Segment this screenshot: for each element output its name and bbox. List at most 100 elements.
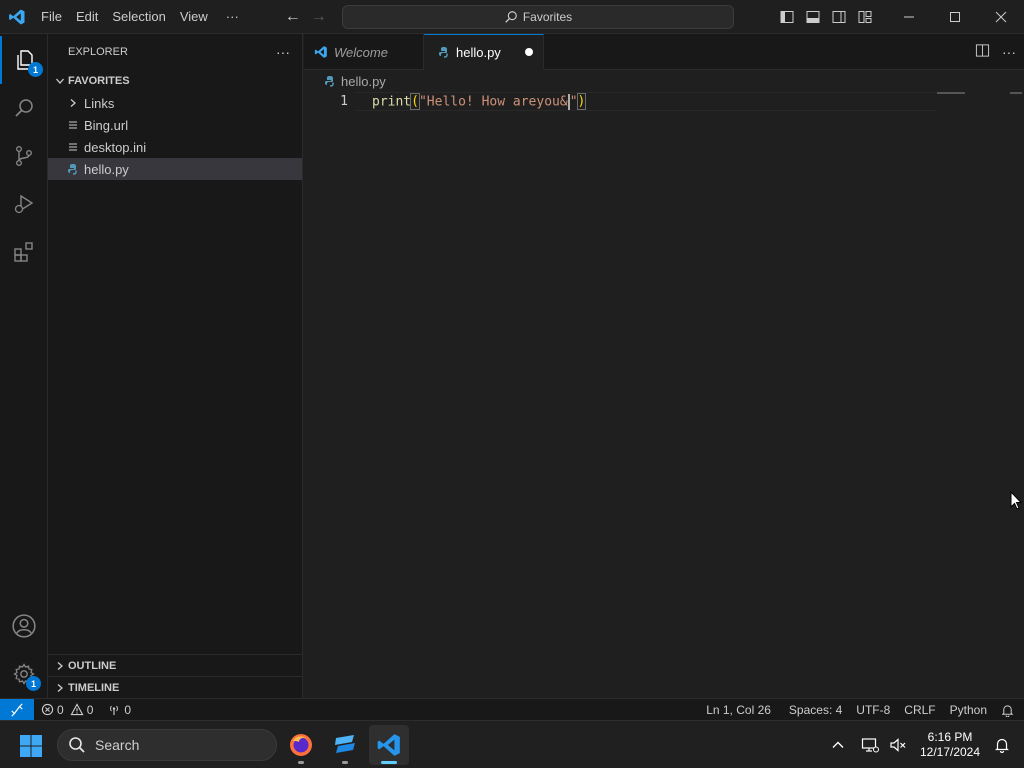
language-mode[interactable]: Python [943, 699, 994, 721]
active-indicator [381, 761, 397, 764]
split-editor-icon[interactable] [975, 43, 990, 61]
end-of-line[interactable]: CRLF [897, 699, 942, 721]
forward-arrow-icon[interactable]: → [306, 8, 332, 26]
chevron-up-icon[interactable] [824, 721, 852, 768]
tree-item-bing-url[interactable]: Bing.url [48, 114, 302, 136]
warning-count: 0 [86, 702, 94, 717]
tree-item-links[interactable]: Links [48, 92, 302, 114]
folder-section-favorites[interactable]: FAVORITES [48, 70, 302, 92]
toggle-primary-sidebar-icon[interactable] [774, 0, 800, 34]
menu-edit[interactable]: Edit [69, 0, 105, 34]
python-file-icon [438, 46, 450, 58]
editor-area: Welcome hello.py ··· hello.py 1 print("H… [304, 34, 1024, 698]
search-icon [69, 737, 85, 753]
title-bar: File Edit Selection View ··· ← → Favorit… [0, 0, 1024, 34]
tab-hello-py[interactable]: hello.py [424, 34, 544, 70]
tree-item-label: hello.py [84, 161, 129, 177]
chevron-right-icon [64, 98, 82, 108]
vscode-logo-icon [314, 45, 328, 59]
indentation[interactable]: Spaces: 4 [782, 699, 849, 721]
code-text[interactable]: print("Hello! How areyou& ") [372, 93, 587, 110]
back-arrow-icon[interactable]: ← [280, 8, 306, 26]
windows-start-icon[interactable] [18, 733, 44, 759]
search-icon [505, 11, 517, 23]
run-debug-icon[interactable] [0, 180, 48, 228]
accounts-icon[interactable] [0, 602, 48, 650]
broadcast-icon [110, 705, 119, 716]
breadcrumb[interactable]: hello.py [304, 70, 1024, 92]
notifications-bell-icon[interactable] [994, 699, 1024, 721]
scrollbar-marker[interactable] [1010, 92, 1022, 94]
menu-file[interactable]: File [34, 0, 69, 34]
unsaved-dot-icon[interactable] [525, 48, 533, 56]
tree-item-label: desktop.ini [84, 139, 147, 155]
extensions-icon[interactable] [0, 228, 48, 276]
maximize-icon[interactable] [932, 0, 978, 34]
error-icon [41, 703, 54, 716]
toggle-secondary-sidebar-icon[interactable] [826, 0, 852, 34]
clock[interactable]: 6:16 PM 12/17/2024 [912, 730, 988, 760]
network-icon[interactable] [856, 721, 884, 768]
volume-muted-icon[interactable] [884, 721, 912, 768]
close-icon[interactable] [978, 0, 1024, 34]
minimize-icon[interactable] [886, 0, 932, 34]
search-icon[interactable] [0, 84, 48, 132]
minimap[interactable] [937, 92, 965, 94]
taskbar-search[interactable]: Search [57, 729, 277, 761]
explorer-sidebar: EXPLORER ··· FAVORITES Links Bing.url de… [48, 34, 303, 698]
status-bar: 0 0 0 Ln 1, Col 26 Spaces: 4 UTF-8 CRLF … [0, 698, 1024, 721]
explorer-badge: 1 [28, 62, 43, 77]
search-placeholder: Search [95, 737, 140, 753]
chevron-down-icon [52, 76, 68, 86]
tree-item-desktop-ini[interactable]: desktop.ini [48, 136, 302, 158]
code-line[interactable]: 1 print("Hello! How areyou& ") [304, 92, 1024, 111]
source-control-icon[interactable] [0, 132, 48, 180]
command-center-search[interactable]: Favorites [342, 5, 734, 29]
explorer-icon[interactable]: 1 [0, 36, 48, 84]
taskbar-vscode-icon[interactable] [369, 725, 409, 765]
outline-label: OUTLINE [68, 660, 117, 672]
tab-label: hello.py [456, 44, 501, 60]
chevron-right-icon [52, 683, 68, 693]
file-lines-icon [64, 142, 82, 152]
folder-name: FAVORITES [68, 75, 130, 87]
settings-gear-icon[interactable]: 1 [0, 650, 48, 698]
tab-welcome[interactable]: Welcome [304, 34, 424, 70]
token-open-paren: ( [410, 93, 420, 110]
menu-view[interactable]: View [173, 0, 215, 34]
customize-layout-icon[interactable] [852, 0, 878, 34]
ports-status[interactable]: 0 [100, 699, 138, 721]
tab-bar: Welcome hello.py ··· [304, 34, 1024, 70]
token-string: "Hello! How areyou& [418, 94, 568, 109]
notification-bell-icon[interactable] [988, 721, 1016, 768]
windows-taskbar: Search 6:16 PM 12/17/2024 [0, 720, 1024, 768]
sidebar-title: EXPLORER [68, 46, 128, 58]
outline-section[interactable]: OUTLINE [48, 654, 303, 677]
token-close-paren: ) [576, 93, 587, 110]
editor-more-icon[interactable]: ··· [1002, 44, 1016, 60]
tree-item-hello-py[interactable]: hello.py [48, 158, 302, 180]
clock-date: 12/17/2024 [919, 745, 981, 759]
problems-status[interactable]: 0 0 [34, 699, 100, 721]
line-number: 1 [340, 94, 348, 109]
menu-more-button[interactable]: ··· [219, 0, 246, 34]
tree-item-label: Links [84, 95, 115, 111]
command-center-label: Favorites [522, 10, 573, 24]
taskbar-firefox-icon[interactable] [281, 725, 321, 765]
timeline-label: TIMELINE [68, 682, 120, 694]
taskbar-app-icon[interactable] [325, 725, 365, 765]
activity-bar: 1 1 [0, 34, 48, 698]
cursor-position[interactable]: Ln 1, Col 26 [699, 699, 778, 721]
timeline-section[interactable]: TIMELINE [48, 676, 303, 699]
warning-icon [70, 703, 84, 716]
menu-selection[interactable]: Selection [105, 0, 172, 34]
sidebar-more-button[interactable]: ··· [276, 44, 290, 60]
python-file-icon [325, 76, 334, 87]
breadcrumb-file: hello.py [341, 73, 386, 89]
toggle-panel-icon[interactable] [800, 0, 826, 34]
remote-indicator-icon[interactable] [0, 698, 34, 721]
settings-badge: 1 [26, 676, 41, 691]
running-indicator [298, 761, 304, 764]
mouse-pointer-icon [1010, 490, 1023, 513]
encoding[interactable]: UTF-8 [849, 699, 897, 721]
